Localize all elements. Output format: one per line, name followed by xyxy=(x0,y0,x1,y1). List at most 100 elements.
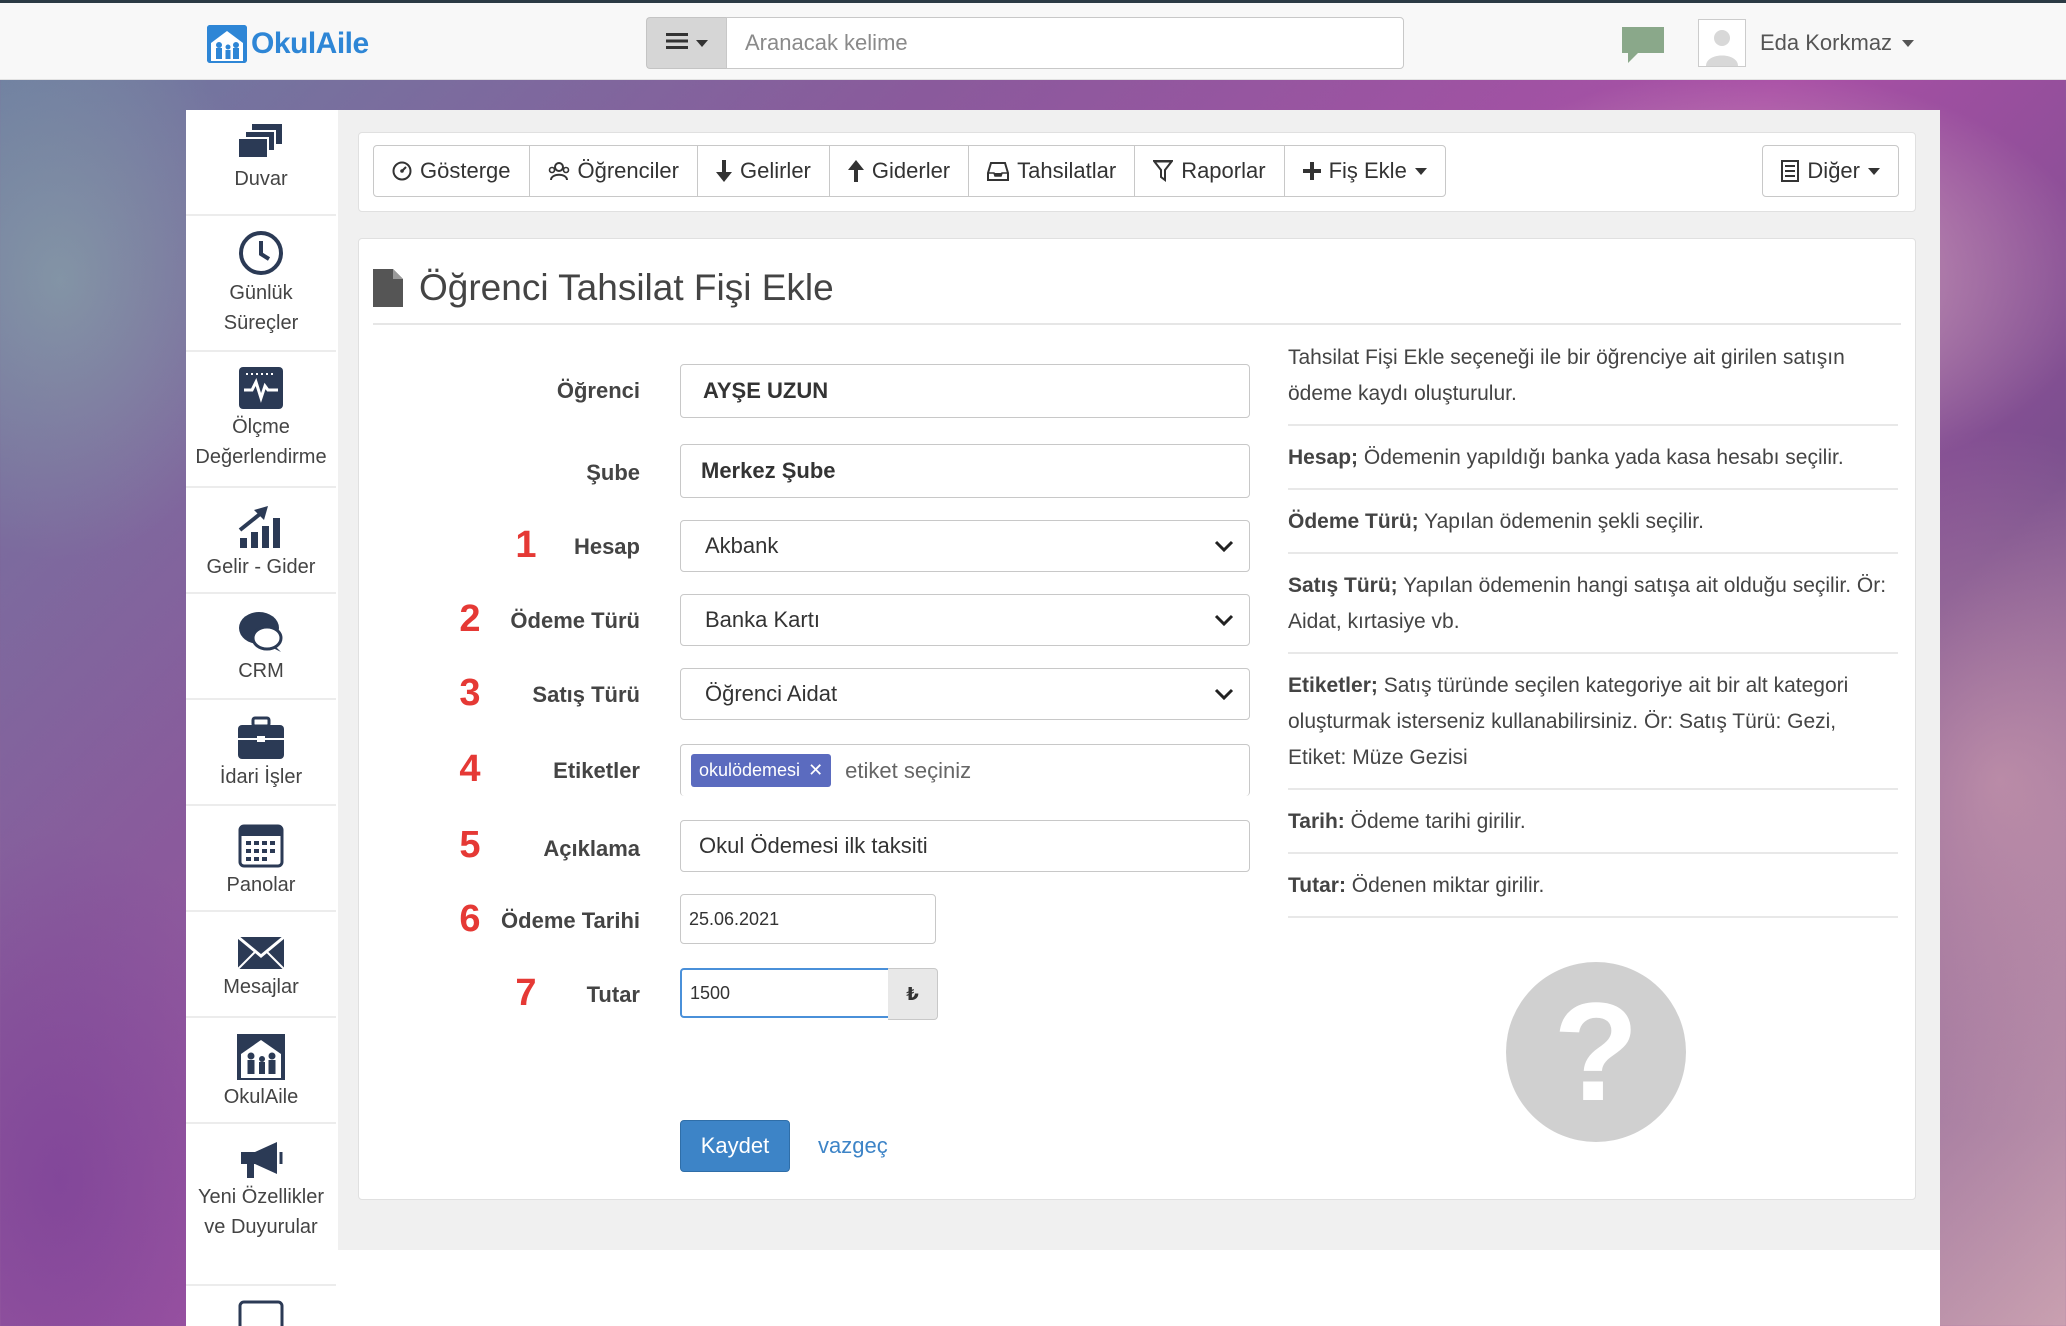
search-menu-button[interactable] xyxy=(646,17,726,69)
help-item: Tarih: Ödeme tarihi girilir. xyxy=(1288,804,1898,854)
chevron-down-icon xyxy=(1214,540,1234,553)
brand-logo[interactable]: OkulAile xyxy=(207,25,369,63)
toolbar-button-group: Gösterge Öğrenciler Gelirler Giderler Ta… xyxy=(373,145,1446,197)
field-label: Tutar xyxy=(586,982,640,1007)
sidebar-item-label: Mesajlar xyxy=(223,976,299,998)
tab-ogrenciler[interactable]: Öğrenciler xyxy=(528,145,698,197)
list-icon xyxy=(665,29,688,57)
help-item: Ödeme Türü; Yapılan ödemenin şekli seçil… xyxy=(1288,504,1898,554)
sidebar-item-more[interactable] xyxy=(186,1292,336,1326)
help-item: Satış Türü; Yapılan ödemenin hangi satış… xyxy=(1288,568,1898,654)
sidebar-item-gunluk[interactable]: Günlük Süreçler xyxy=(186,218,336,352)
tag-chip[interactable]: okulödemesi ✕ xyxy=(691,754,832,787)
form-row-etiketler: 4 Etiketler okulödemesi ✕ etiket seçiniz xyxy=(358,744,1258,800)
filter-icon xyxy=(1153,160,1174,182)
okulaile-logo-icon xyxy=(207,25,247,63)
sale-type-select[interactable]: Öğrenci Aidat xyxy=(680,668,1250,720)
briefcase-icon xyxy=(238,716,284,759)
tab-raporlar[interactable]: Raporlar xyxy=(1134,145,1285,197)
sidebar-item-gelir-gider[interactable]: Gelir - Gider xyxy=(186,490,336,594)
description-field[interactable]: Okul Ödemesi ilk taksiti xyxy=(680,820,1250,872)
account-select[interactable]: Akbank xyxy=(680,520,1250,572)
chevron-down-icon xyxy=(1414,167,1427,175)
annotation-number: 1 xyxy=(515,524,537,566)
tab-label: Tahsilatlar xyxy=(1017,158,1117,183)
tab-label: Raporlar xyxy=(1181,158,1266,183)
tab-label: Fiş Ekle xyxy=(1328,158,1407,183)
help-intro-text: Tahsilat Fişi Ekle seçeneği ile bir öğre… xyxy=(1288,346,1845,405)
field-label: Etiketler xyxy=(553,758,640,783)
branch-field[interactable]: Merkez Şube xyxy=(680,444,1250,498)
sidebar-item-duvar[interactable]: Duvar xyxy=(186,110,336,216)
sidebar-item-idari-isler[interactable]: İdari İşler xyxy=(186,702,336,806)
tags-placeholder: etiket seçiniz xyxy=(845,757,972,783)
sidebar-item-label: OkulAile xyxy=(223,1086,299,1108)
chat-icon[interactable] xyxy=(1620,25,1666,65)
tab-gosterge[interactable]: Gösterge xyxy=(373,145,530,197)
select-value: Banka Kartı xyxy=(705,607,820,632)
main-container: Duvar Günlük Süreçler Ölçme Değerlendirm… xyxy=(186,110,1940,1326)
tab-label: Gelirler xyxy=(739,158,811,183)
sidebar-item-crm[interactable]: CRM xyxy=(186,596,336,700)
inbox-icon xyxy=(987,162,1010,181)
monitor-icon xyxy=(238,1300,284,1326)
user-menu[interactable]: Eda Korkmaz xyxy=(1698,19,1915,67)
dashboard-icon xyxy=(392,161,412,181)
save-button[interactable]: Kaydet xyxy=(680,1120,790,1172)
help-term: Tarih: xyxy=(1288,810,1345,833)
close-icon[interactable]: ✕ xyxy=(808,760,823,781)
annotation-number: 6 xyxy=(459,898,481,940)
help-term: Ödeme Türü; xyxy=(1288,510,1419,533)
field-label: Satış Türü xyxy=(532,682,640,707)
form-body: Öğrenci AYŞE UZUN Şube Merkez Şube 1 Hes… xyxy=(358,238,1358,1200)
envelope-icon xyxy=(237,936,285,970)
chevron-down-icon xyxy=(1214,688,1234,701)
plus-icon xyxy=(1302,162,1321,180)
diger-button[interactable]: Diğer xyxy=(1762,145,1899,197)
calendar-icon xyxy=(238,824,284,868)
payment-date-field[interactable]: 25.06.2021 xyxy=(680,894,936,944)
sidebar-item-yeni-ozellikler[interactable]: Yeni Özellikler ve Duyurular xyxy=(186,1126,336,1286)
toolbar-panel: Gösterge Öğrenciler Gelirler Giderler Ta… xyxy=(358,132,1916,212)
chart-up-icon xyxy=(238,506,280,548)
student-field[interactable]: AYŞE UZUN xyxy=(680,364,1250,418)
amount-field[interactable]: 1500 xyxy=(680,968,890,1018)
field-label: Ödeme Türü xyxy=(510,608,640,633)
arrow-down-icon xyxy=(715,160,732,182)
tab-giderler[interactable]: Giderler xyxy=(828,145,970,197)
field-label: Ödeme Tarihi xyxy=(501,908,640,933)
help-term: Satış Türü; xyxy=(1288,574,1398,597)
help-text: Ödemenin yapıldığı banka yada kasa hesab… xyxy=(1358,446,1844,469)
tab-label: Giderler xyxy=(871,158,951,183)
sidebar-item-label: CRM xyxy=(238,660,284,682)
form-row-aciklama: 5 Açıklama Okul Ödemesi ilk taksiti xyxy=(358,820,1258,876)
sidebar-item-olcme[interactable]: Ölçme Değerlendirme xyxy=(186,354,336,488)
fis-ekle-button[interactable]: Fiş Ekle xyxy=(1283,145,1446,197)
annotation-number: 5 xyxy=(459,824,481,866)
tab-gelirler[interactable]: Gelirler xyxy=(696,145,830,197)
cancel-link[interactable]: vazgeç xyxy=(818,1133,888,1159)
sidebar-item-mesajlar[interactable]: Mesajlar xyxy=(186,914,336,1018)
currency-addon: ₺ xyxy=(888,968,938,1020)
chat-bubbles-icon xyxy=(239,612,283,652)
help-term: Etiketler; xyxy=(1288,674,1378,697)
payment-type-select[interactable]: Banka Kartı xyxy=(680,594,1250,646)
megaphone-icon xyxy=(241,1142,283,1178)
sidebar-item-okulaile[interactable]: OkulAile xyxy=(186,1020,336,1124)
tags-input[interactable]: okulödemesi ✕ etiket seçiniz xyxy=(680,744,1250,796)
students-icon xyxy=(548,162,569,181)
select-value: Akbank xyxy=(705,533,779,558)
search-input[interactable] xyxy=(726,17,1404,69)
help-intro: Tahsilat Fişi Ekle seçeneği ile bir öğre… xyxy=(1288,340,1898,426)
help-term: Hesap; xyxy=(1288,446,1359,469)
user-name: Eda Korkmaz xyxy=(1760,30,1893,55)
help-term: Tutar: xyxy=(1288,874,1346,897)
tab-label: Öğrenciler xyxy=(577,158,679,183)
tab-tahsilatlar[interactable]: Tahsilatlar xyxy=(968,145,1136,197)
sidebar-item-label: İdari İşler xyxy=(219,766,303,788)
layers-icon xyxy=(238,124,282,159)
sidebar-item-label: Duvar xyxy=(234,168,288,190)
help-item: Tutar: Ödenen miktar girilir. xyxy=(1288,868,1898,918)
sidebar-item-panolar[interactable]: Panolar xyxy=(186,808,336,912)
chevron-down-icon xyxy=(1868,167,1880,175)
